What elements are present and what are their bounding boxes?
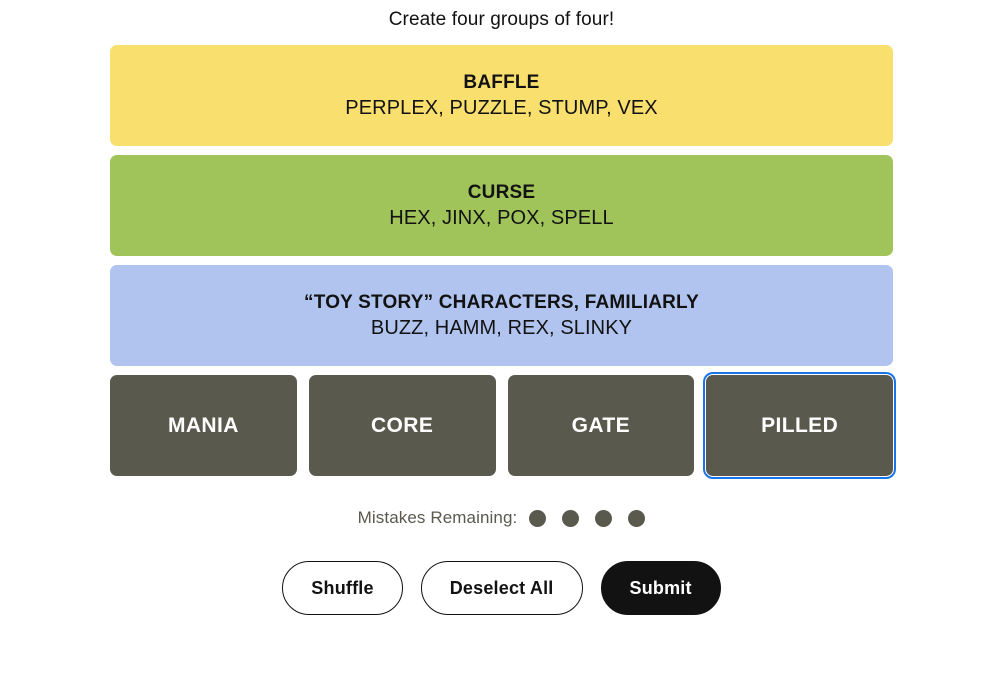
mistake-dot (562, 509, 580, 527)
solved-group-members: PERPLEX, PUZZLE, STUMP, VEX (345, 96, 658, 119)
submit-button[interactable]: Submit (600, 561, 721, 615)
tile-label: CORE (370, 413, 434, 437)
tile-mania[interactable]: MANIA (110, 375, 297, 476)
solved-group-members: BUZZ, HAMM, REX, SLINKY (370, 316, 633, 339)
solved-group-green: CURSE HEX, JINX, POX, SPELL (110, 155, 893, 256)
deselect-all-button[interactable]: Deselect All (420, 561, 583, 615)
solved-group-yellow: BAFFLE PERPLEX, PUZZLE, STUMP, VEX (110, 45, 893, 146)
mistake-dots (529, 509, 646, 527)
page-title: Create four groups of four! (388, 9, 615, 30)
tile-label: PILLED (761, 413, 839, 437)
mistake-dot (595, 509, 613, 527)
shuffle-button[interactable]: Shuffle (282, 561, 403, 615)
tile-label: MANIA (167, 413, 239, 437)
solved-group-title: CURSE (467, 181, 536, 203)
tile-row: MANIA CORE GATE PILLED (110, 372, 896, 479)
tile-gate[interactable]: GATE (507, 375, 695, 476)
solved-group-members: HEX, JINX, POX, SPELL (389, 206, 614, 229)
tile-core[interactable]: CORE (308, 375, 496, 476)
solved-group-title: BAFFLE (463, 71, 540, 93)
solved-group-title: “TOY STORY” CHARACTERS, FAMILIARLY (304, 291, 699, 313)
mistakes-label: Mistakes Remaining: (357, 508, 518, 527)
tile-pilled[interactable]: PILLED (703, 372, 896, 479)
action-buttons: Shuffle Deselect All Submit (110, 561, 893, 615)
mistake-dot (529, 509, 547, 527)
game-board: BAFFLE PERPLEX, PUZZLE, STUMP, VEX CURSE… (110, 31, 896, 615)
mistakes-remaining: Mistakes Remaining: (110, 508, 893, 528)
mistake-dot (628, 509, 646, 527)
connections-game: Create four groups of four! BAFFLE PERPL… (0, 0, 1003, 687)
solved-group-blue: “TOY STORY” CHARACTERS, FAMILIARLY BUZZ,… (110, 265, 893, 366)
tile-label: GATE (571, 413, 631, 437)
